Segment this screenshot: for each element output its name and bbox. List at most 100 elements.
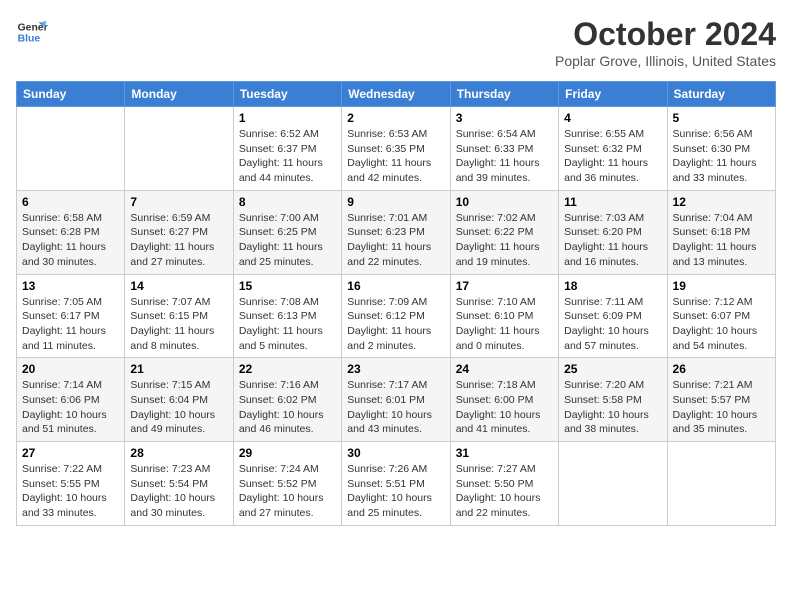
day-info: Sunrise: 7:05 AM Sunset: 6:17 PM Dayligh… (22, 295, 119, 354)
calendar-cell: 30 Sunrise: 7:26 AM Sunset: 5:51 PM Dayli… (342, 442, 450, 526)
calendar-cell: 26Sunrise: 7:21 AM Sunset: 5:57 PM Dayli… (667, 358, 775, 442)
day-info: Sunrise: 7:12 AM Sunset: 6:07 PM Dayligh… (673, 295, 770, 354)
calendar-cell: 16 Sunrise: 7:09 AM Sunset: 6:12 PM Dayli… (342, 274, 450, 358)
day-number: 14 (130, 279, 227, 293)
month-title: October 2024 (555, 16, 776, 53)
calendar-cell: 17 Sunrise: 7:10 AM Sunset: 6:10 PM Dayli… (450, 274, 558, 358)
calendar-cell: 28 Sunrise: 7:23 AM Sunset: 5:54 PM Dayli… (125, 442, 233, 526)
day-number: 24 (456, 362, 553, 376)
day-info: Sunrise: 7:26 AM Sunset: 5:51 PM Dayligh… (347, 462, 444, 521)
day-number: 3 (456, 111, 553, 125)
calendar-cell: 6 Sunrise: 6:58 AM Sunset: 6:28 PM Daylig… (17, 190, 125, 274)
day-info: Sunrise: 7:01 AM Sunset: 6:23 PM Dayligh… (347, 211, 444, 270)
day-info: Sunrise: 7:10 AM Sunset: 6:10 PM Dayligh… (456, 295, 553, 354)
calendar-cell: 13 Sunrise: 7:05 AM Sunset: 6:17 PM Dayli… (17, 274, 125, 358)
day-number: 5 (673, 111, 770, 125)
day-info: Sunrise: 6:54 AM Sunset: 6:33 PM Dayligh… (456, 127, 553, 186)
svg-text:Blue: Blue (18, 34, 41, 45)
day-number: 19 (673, 279, 770, 293)
calendar-cell (559, 442, 667, 526)
day-number: 27 (22, 446, 119, 460)
day-number: 13 (22, 279, 119, 293)
day-number: 28 (130, 446, 227, 460)
calendar-week-1: 6 Sunrise: 6:58 AM Sunset: 6:28 PM Daylig… (17, 190, 776, 274)
page-header: General Blue October 2024 Poplar Grove, … (16, 16, 776, 69)
day-info: Sunrise: 7:22 AM Sunset: 5:55 PM Dayligh… (22, 462, 119, 521)
calendar-cell: 31 Sunrise: 7:27 AM Sunset: 5:50 PM Dayli… (450, 442, 558, 526)
day-info: Sunrise: 7:09 AM Sunset: 6:12 PM Dayligh… (347, 295, 444, 354)
calendar-cell: 24 Sunrise: 7:18 AM Sunset: 6:00 PM Dayli… (450, 358, 558, 442)
calendar-week-4: 27 Sunrise: 7:22 AM Sunset: 5:55 PM Dayli… (17, 442, 776, 526)
day-number: 1 (239, 111, 336, 125)
day-number: 10 (456, 195, 553, 209)
day-info: Sunrise: 7:15 AM Sunset: 6:04 PM Dayligh… (130, 378, 227, 437)
day-info: Sunrise: 6:59 AM Sunset: 6:27 PM Dayligh… (130, 211, 227, 270)
day-number: 12 (673, 195, 770, 209)
weekday-header-friday: Friday (559, 82, 667, 107)
calendar-table: SundayMondayTuesdayWednesdayThursdayFrid… (16, 81, 776, 526)
day-info: Sunrise: 7:02 AM Sunset: 6:22 PM Dayligh… (456, 211, 553, 270)
calendar-cell: 15 Sunrise: 7:08 AM Sunset: 6:13 PM Dayli… (233, 274, 341, 358)
calendar-body: 1 Sunrise: 6:52 AM Sunset: 6:37 PM Daylig… (17, 107, 776, 526)
day-info: Sunrise: 7:00 AM Sunset: 6:25 PM Dayligh… (239, 211, 336, 270)
calendar-cell: 8 Sunrise: 7:00 AM Sunset: 6:25 PM Daylig… (233, 190, 341, 274)
logo: General Blue (16, 16, 52, 48)
calendar-cell: 12Sunrise: 7:04 AM Sunset: 6:18 PM Dayli… (667, 190, 775, 274)
day-number: 2 (347, 111, 444, 125)
day-number: 11 (564, 195, 661, 209)
calendar-cell: 18 Sunrise: 7:11 AM Sunset: 6:09 PM Dayli… (559, 274, 667, 358)
logo-icon: General Blue (16, 16, 48, 48)
calendar-cell: 5 Sunrise: 6:56 AM Sunset: 6:30 PM Daylig… (667, 107, 775, 191)
day-info: Sunrise: 7:27 AM Sunset: 5:50 PM Dayligh… (456, 462, 553, 521)
day-number: 31 (456, 446, 553, 460)
calendar-week-3: 20Sunrise: 7:14 AM Sunset: 6:06 PM Dayli… (17, 358, 776, 442)
calendar-cell: 3 Sunrise: 6:54 AM Sunset: 6:33 PM Daylig… (450, 107, 558, 191)
day-info: Sunrise: 7:11 AM Sunset: 6:09 PM Dayligh… (564, 295, 661, 354)
day-number: 15 (239, 279, 336, 293)
calendar-cell: 4Sunrise: 6:55 AM Sunset: 6:32 PM Daylig… (559, 107, 667, 191)
calendar-cell: 14 Sunrise: 7:07 AM Sunset: 6:15 PM Dayli… (125, 274, 233, 358)
weekday-header-saturday: Saturday (667, 82, 775, 107)
calendar-cell (125, 107, 233, 191)
calendar-cell: 29Sunrise: 7:24 AM Sunset: 5:52 PM Dayli… (233, 442, 341, 526)
day-number: 22 (239, 362, 336, 376)
day-number: 16 (347, 279, 444, 293)
day-info: Sunrise: 7:23 AM Sunset: 5:54 PM Dayligh… (130, 462, 227, 521)
day-number: 29 (239, 446, 336, 460)
calendar-cell: 22 Sunrise: 7:16 AM Sunset: 6:02 PM Dayli… (233, 358, 341, 442)
day-number: 4 (564, 111, 661, 125)
day-number: 18 (564, 279, 661, 293)
day-info: Sunrise: 7:08 AM Sunset: 6:13 PM Dayligh… (239, 295, 336, 354)
calendar-cell (667, 442, 775, 526)
day-info: Sunrise: 6:53 AM Sunset: 6:35 PM Dayligh… (347, 127, 444, 186)
day-info: Sunrise: 7:03 AM Sunset: 6:20 PM Dayligh… (564, 211, 661, 270)
day-info: Sunrise: 7:14 AM Sunset: 6:06 PM Dayligh… (22, 378, 119, 437)
day-number: 25 (564, 362, 661, 376)
calendar-cell: 1 Sunrise: 6:52 AM Sunset: 6:37 PM Daylig… (233, 107, 341, 191)
day-number: 30 (347, 446, 444, 460)
calendar-cell: 10 Sunrise: 7:02 AM Sunset: 6:22 PM Dayli… (450, 190, 558, 274)
location-title: Poplar Grove, Illinois, United States (555, 53, 776, 69)
calendar-cell: 11 Sunrise: 7:03 AM Sunset: 6:20 PM Dayli… (559, 190, 667, 274)
day-info: Sunrise: 6:58 AM Sunset: 6:28 PM Dayligh… (22, 211, 119, 270)
day-number: 17 (456, 279, 553, 293)
day-info: Sunrise: 6:56 AM Sunset: 6:30 PM Dayligh… (673, 127, 770, 186)
calendar-cell (17, 107, 125, 191)
day-info: Sunrise: 7:18 AM Sunset: 6:00 PM Dayligh… (456, 378, 553, 437)
weekday-header-tuesday: Tuesday (233, 82, 341, 107)
day-number: 8 (239, 195, 336, 209)
calendar-cell: 23Sunrise: 7:17 AM Sunset: 6:01 PM Dayli… (342, 358, 450, 442)
day-info: Sunrise: 7:16 AM Sunset: 6:02 PM Dayligh… (239, 378, 336, 437)
calendar-cell: 25 Sunrise: 7:20 AM Sunset: 5:58 PM Dayli… (559, 358, 667, 442)
day-number: 6 (22, 195, 119, 209)
weekday-header-monday: Monday (125, 82, 233, 107)
day-info: Sunrise: 7:20 AM Sunset: 5:58 PM Dayligh… (564, 378, 661, 437)
day-number: 9 (347, 195, 444, 209)
day-info: Sunrise: 7:07 AM Sunset: 6:15 PM Dayligh… (130, 295, 227, 354)
day-info: Sunrise: 6:52 AM Sunset: 6:37 PM Dayligh… (239, 127, 336, 186)
day-number: 23 (347, 362, 444, 376)
calendar-cell: 19 Sunrise: 7:12 AM Sunset: 6:07 PM Dayli… (667, 274, 775, 358)
day-number: 26 (673, 362, 770, 376)
weekday-header-thursday: Thursday (450, 82, 558, 107)
calendar-cell: 21Sunrise: 7:15 AM Sunset: 6:04 PM Dayli… (125, 358, 233, 442)
